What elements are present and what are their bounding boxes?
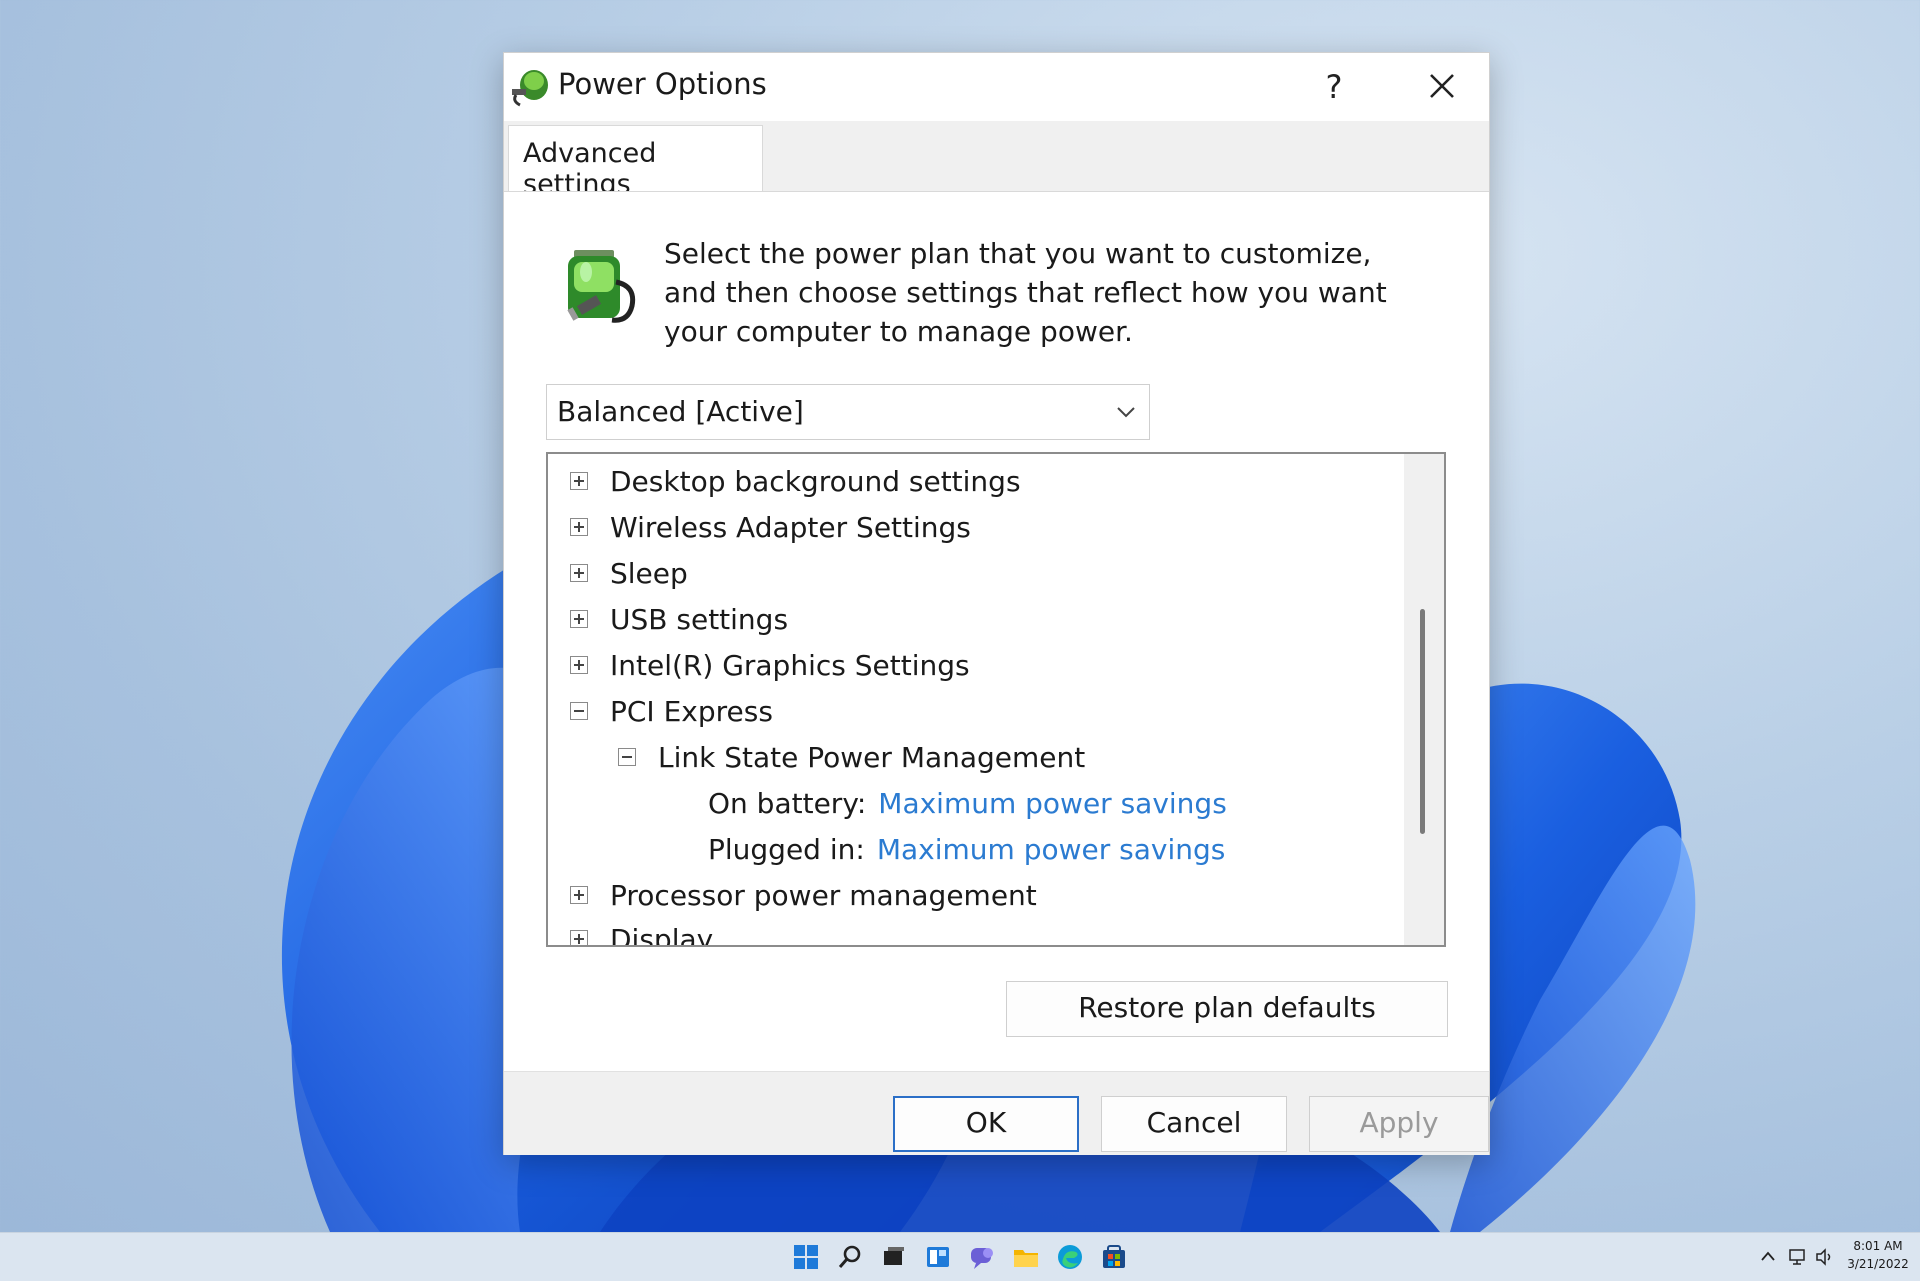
task-view-icon[interactable] [880,1243,908,1271]
network-icon[interactable] [1788,1247,1808,1267]
settings-tree[interactable]: Desktop background settings Wireless Ada… [546,452,1446,947]
tree-item-label: Processor power management [610,878,1037,912]
setting-on-battery: On battery: Maximum power savings [708,780,1227,826]
battery-plug-icon [567,250,636,323]
start-windows-icon[interactable] [792,1243,820,1271]
tree-item-label: USB settings [610,602,789,636]
tree-item-processor-power[interactable]: Processor power management [570,872,1037,918]
file-explorer-icon[interactable] [1012,1243,1040,1271]
title-bar[interactable]: Power Options ? [504,53,1489,121]
expand-icon[interactable] [570,610,588,628]
expand-icon[interactable] [570,564,588,582]
edge-browser-icon[interactable] [1056,1243,1084,1271]
taskbar-clock[interactable]: 8:01 AM 3/21/2022 [1840,1237,1916,1273]
volume-icon[interactable] [1814,1247,1834,1267]
cancel-button[interactable]: Cancel [1101,1096,1287,1152]
tree-item-link-state-power[interactable]: Link State Power Management [618,734,1085,780]
expand-icon[interactable] [570,930,588,945]
ok-button[interactable]: OK [893,1096,1079,1152]
search-icon[interactable] [836,1243,864,1271]
advanced-settings-panel: Select the power plan that you want to c… [504,191,1489,1072]
tree-item-label: PCI Express [610,694,773,728]
tree-scrollbar[interactable] [1404,454,1444,945]
tree-item-usb-settings[interactable]: USB settings [570,596,788,642]
window-title: Power Options [558,67,767,101]
tree-item-wireless-adapter[interactable]: Wireless Adapter Settings [570,504,971,550]
tree-item-label: Sleep [610,556,688,590]
tree-item-intel-graphics[interactable]: Intel(R) Graphics Settings [570,642,970,688]
power-plan-selected: Balanced [Active] [557,395,804,428]
power-plug-icon [512,70,548,107]
power-plan-dropdown[interactable]: Balanced [Active] [546,384,1150,440]
setting-label: Plugged in: [708,832,865,866]
tree-item-sleep[interactable]: Sleep [570,550,688,596]
expand-icon[interactable] [570,518,588,536]
tree-item-label: Wireless Adapter Settings [610,510,971,544]
tree-item-display[interactable]: Display [570,916,714,947]
tree-item-label: Intel(R) Graphics Settings [610,648,970,682]
clock-time: 8:01 AM [1853,1239,1903,1253]
tab-advanced-settings[interactable]: Advanced settings [508,125,763,200]
setting-label: On battery: [708,786,867,820]
close-button[interactable] [1404,57,1480,115]
store-icon[interactable] [1100,1243,1128,1271]
taskbar: 8:01 AM 3/21/2022 [0,1232,1920,1281]
tree-item-pci-express[interactable]: PCI Express [570,688,773,734]
restore-plan-defaults-button[interactable]: Restore plan defaults [1006,981,1448,1037]
scrollbar-thumb[interactable] [1420,609,1425,834]
plugged-in-value-link[interactable]: Maximum power savings [877,833,1226,866]
power-options-dialog: Power Options ? Advanced settings Select… [503,52,1490,1155]
expand-icon[interactable] [570,656,588,674]
tree-item-desktop-background[interactable]: Desktop background settings [570,458,1021,504]
setting-plugged-in: Plugged in: Maximum power savings [708,826,1225,872]
collapse-icon[interactable] [618,748,636,766]
chevron-down-icon [1117,407,1135,418]
intro-description: Select the power plan that you want to c… [664,237,1387,348]
collapse-icon[interactable] [570,702,588,720]
chevron-up-icon[interactable] [1760,1249,1776,1263]
on-battery-value-link[interactable]: Maximum power savings [878,787,1227,820]
widgets-icon[interactable] [924,1243,952,1271]
close-icon [1430,74,1454,98]
tree-item-label: Desktop background settings [610,464,1021,498]
tree-item-label: Display [610,922,714,947]
expand-icon[interactable] [570,472,588,490]
chat-icon[interactable] [968,1243,996,1271]
help-button[interactable]: ? [1304,59,1364,115]
apply-button[interactable]: Apply [1309,1096,1489,1152]
tree-item-label: Link State Power Management [658,740,1086,774]
expand-icon[interactable] [570,886,588,904]
clock-date: 3/21/2022 [1847,1257,1909,1271]
